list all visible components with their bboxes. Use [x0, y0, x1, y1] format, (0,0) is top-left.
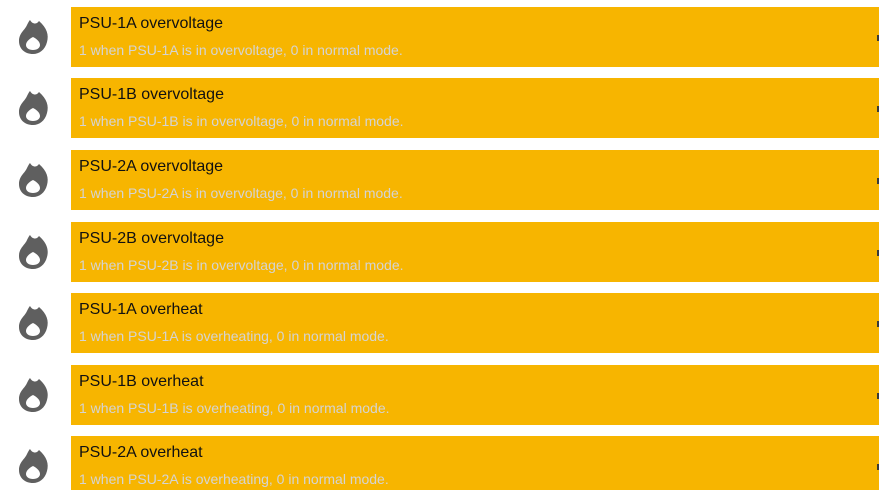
list-item[interactable]: PSU-1B overvoltage 1 when PSU-1B is in o…: [0, 78, 879, 138]
alarm-list: PSU-1A overvoltage 1 when PSU-1A is in o…: [0, 0, 879, 490]
list-item[interactable]: PSU-2A overvoltage 1 when PSU-2A is in o…: [0, 150, 879, 210]
alarm-card[interactable]: PSU-1B overheat 1 when PSU-1B is overhea…: [71, 365, 879, 425]
list-item[interactable]: PSU-2B overvoltage 1 when PSU-2B is in o…: [0, 222, 879, 282]
item-description: 1 when PSU-1B is overheating, 0 in norma…: [79, 400, 390, 416]
flame-icon: [16, 305, 50, 341]
alarm-card[interactable]: PSU-1A overvoltage 1 when PSU-1A is in o…: [71, 7, 879, 67]
flame-icon: [16, 19, 50, 55]
alarm-card[interactable]: PSU-2A overvoltage 1 when PSU-2A is in o…: [71, 150, 879, 210]
item-title: PSU-2A overvoltage: [79, 158, 224, 175]
flame-icon: [16, 162, 50, 198]
item-description: 1 when PSU-2A is in overvoltage, 0 in no…: [79, 185, 403, 201]
item-description: 1 when PSU-1B is in overvoltage, 0 in no…: [79, 113, 404, 129]
flame-icon: [16, 448, 50, 484]
item-description: 1 when PSU-1A is in overvoltage, 0 in no…: [79, 42, 403, 58]
item-title: PSU-2B overvoltage: [79, 230, 224, 247]
item-description: 1 when PSU-2B is in overvoltage, 0 in no…: [79, 257, 404, 273]
alarm-card[interactable]: PSU-1B overvoltage 1 when PSU-1B is in o…: [71, 78, 879, 138]
item-title: PSU-1B overheat: [79, 373, 204, 390]
item-title: PSU-1A overheat: [79, 301, 203, 318]
alarm-card[interactable]: PSU-2B overvoltage 1 when PSU-2B is in o…: [71, 222, 879, 282]
item-description: 1 when PSU-1A is overheating, 0 in norma…: [79, 328, 389, 344]
alarm-card[interactable]: PSU-1A overheat 1 when PSU-1A is overhea…: [71, 293, 879, 353]
flame-icon: [16, 234, 50, 270]
alarm-card[interactable]: PSU-2A overheat 1 when PSU-2A is overhea…: [71, 436, 879, 490]
list-item[interactable]: PSU-1A overvoltage 1 when PSU-1A is in o…: [0, 7, 879, 67]
list-item[interactable]: PSU-1A overheat 1 when PSU-1A is overhea…: [0, 293, 879, 353]
item-description: 1 when PSU-2A is overheating, 0 in norma…: [79, 471, 389, 487]
list-item[interactable]: PSU-2A overheat 1 when PSU-2A is overhea…: [0, 436, 879, 490]
item-title: PSU-1B overvoltage: [79, 86, 224, 103]
item-title: PSU-1A overvoltage: [79, 15, 224, 32]
item-title: PSU-2A overheat: [79, 444, 203, 461]
list-item[interactable]: PSU-1B overheat 1 when PSU-1B is overhea…: [0, 365, 879, 425]
flame-icon: [16, 90, 50, 126]
flame-icon: [16, 377, 50, 413]
